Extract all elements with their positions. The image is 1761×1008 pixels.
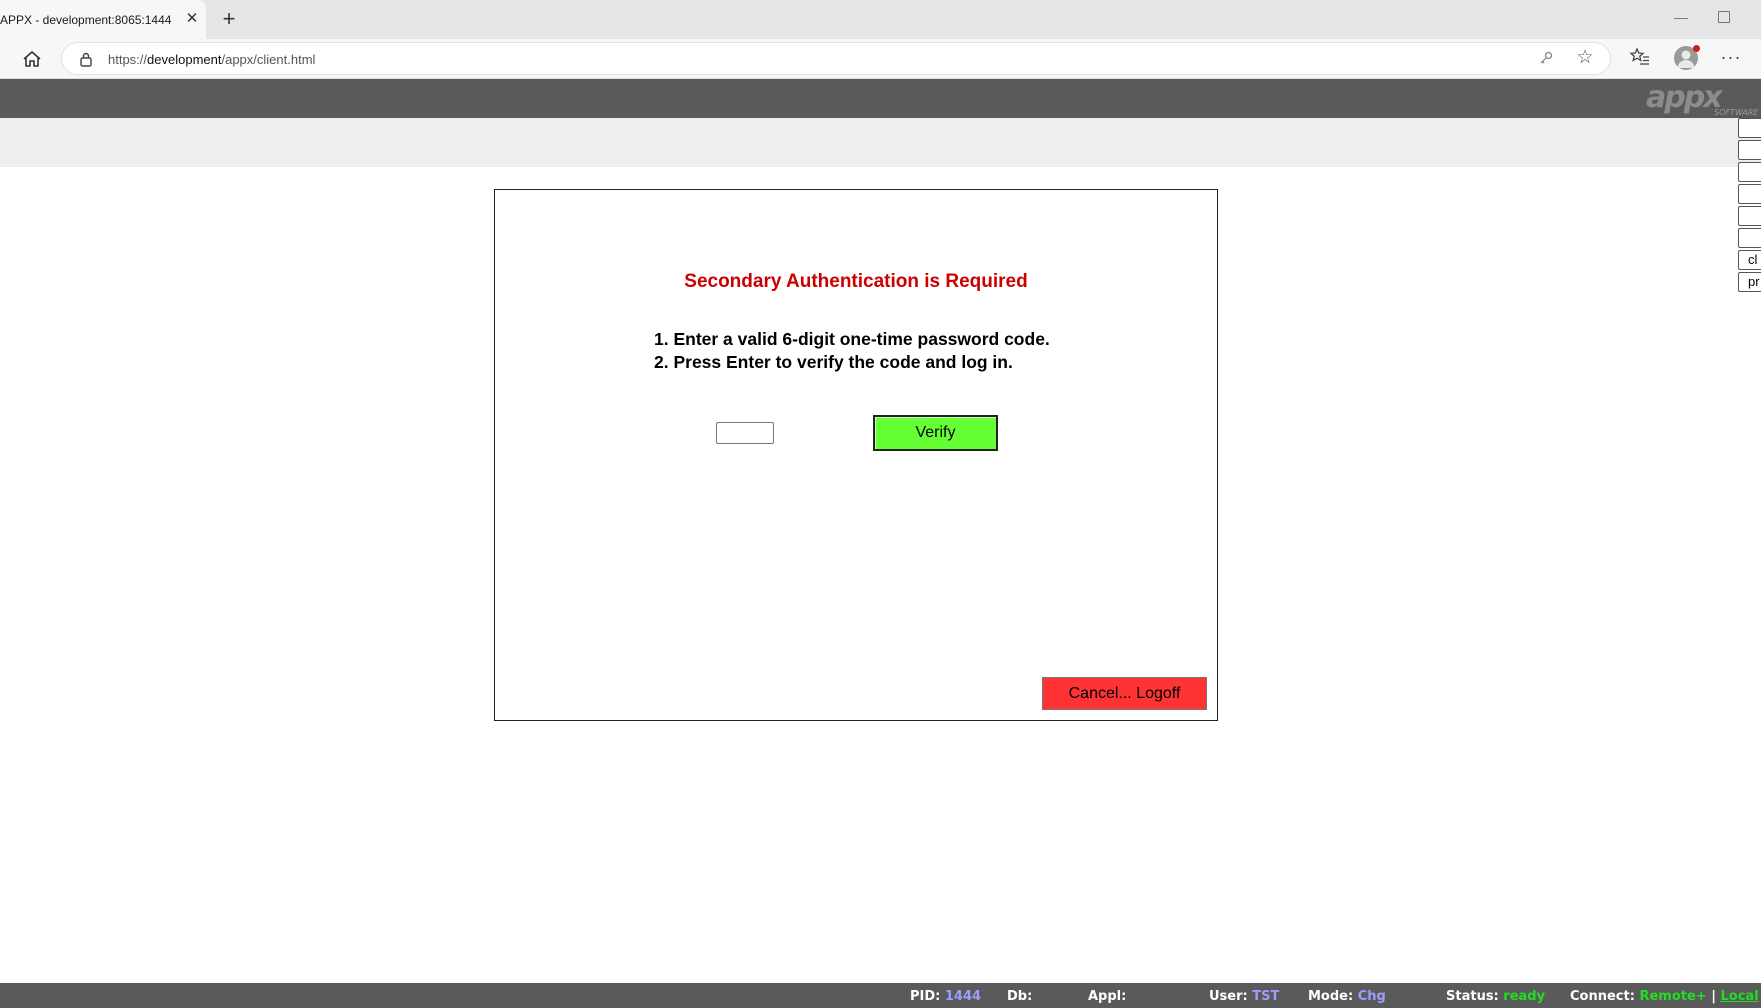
local-link[interactable]: Local — [1721, 989, 1759, 1004]
url-field[interactable]: https://development/appx/client.html ☆ — [61, 42, 1611, 75]
connect-label: Connect: — [1570, 989, 1635, 1004]
minimize-button[interactable]: — — [1670, 9, 1692, 31]
connect-value: Remote+ — [1639, 989, 1707, 1004]
mode-value: Chg — [1357, 989, 1386, 1004]
status-label: Status: — [1446, 989, 1499, 1004]
user-field: User: TST — [1209, 989, 1279, 1004]
side-button-2[interactable] — [1738, 140, 1761, 160]
appl-field: Appl: — [1088, 989, 1126, 1004]
url-path: /appx/client.html — [221, 52, 316, 67]
maximize-button[interactable] — [1718, 11, 1730, 23]
mode-label: Mode: — [1308, 989, 1354, 1004]
auth-dialog: Secondary Authentication is Required 1. … — [494, 189, 1218, 721]
app-header — [0, 79, 1761, 118]
otp-code-input[interactable] — [716, 422, 774, 444]
instruction-line-1: 1. Enter a valid 6-digit one-time passwo… — [654, 329, 1050, 349]
side-button-3[interactable] — [1738, 162, 1761, 182]
appx-logo: appx SOFTWARE — [1642, 80, 1761, 118]
svg-text:appx: appx — [1646, 80, 1724, 115]
side-button-8[interactable]: pr — [1738, 272, 1761, 292]
side-button-7[interactable]: cl — [1738, 250, 1761, 270]
key-icon[interactable] — [1537, 50, 1555, 68]
lock-icon[interactable] — [78, 51, 94, 67]
side-button-6[interactable] — [1738, 228, 1761, 248]
mode-field: Mode: Chg — [1308, 989, 1386, 1004]
url-host: development — [147, 52, 222, 67]
svg-text:SOFTWARE: SOFTWARE — [1714, 108, 1759, 117]
profile-notification-dot — [1693, 45, 1700, 52]
user-label: User: — [1209, 989, 1248, 1004]
status-value: ready — [1503, 989, 1546, 1004]
pid-value: 1444 — [944, 989, 982, 1004]
url-text: https://development/appx/client.html — [108, 52, 315, 67]
browser-tab[interactable]: APPX - development:8065:1444 ✕ — [0, 0, 206, 39]
pid-field: PID: 1444 — [910, 989, 981, 1004]
connect-field: Connect: Remote+ | Local — [1570, 989, 1759, 1004]
url-prefix: https:// — [108, 52, 148, 67]
toolbar-band — [0, 118, 1761, 167]
user-value: TST — [1252, 989, 1280, 1004]
db-field: Db: — [1007, 989, 1032, 1004]
dialog-title: Secondary Authentication is Required — [684, 271, 1028, 292]
db-label: Db: — [1007, 989, 1033, 1004]
browser-tab-strip: APPX - development:8065:1444 ✕ + — — [0, 0, 1761, 39]
cancel-logoff-button[interactable]: Cancel... Logoff — [1042, 677, 1207, 710]
pid-label: PID: — [910, 989, 941, 1004]
new-tab-button[interactable]: + — [218, 8, 240, 31]
appl-label: Appl: — [1088, 989, 1127, 1004]
status-separator: | — [1711, 989, 1716, 1004]
status-bar: PID: 1444 Db: Appl: User: TST Mode: Chg … — [0, 983, 1761, 1008]
browser-address-bar: https://development/appx/client.html ☆ ·… — [0, 39, 1761, 79]
side-button-4[interactable] — [1738, 184, 1761, 204]
status-field: Status: ready — [1446, 989, 1545, 1004]
instruction-line-2: 2. Press Enter to verify the code and lo… — [654, 352, 1013, 372]
side-button-1[interactable] — [1738, 118, 1761, 138]
favorites-icon[interactable] — [1628, 47, 1652, 69]
tab-title: APPX - development:8065:1444 — [0, 13, 172, 27]
side-button-5[interactable] — [1738, 206, 1761, 226]
verify-button[interactable]: Verify — [873, 415, 998, 451]
more-icon[interactable]: ··· — [1718, 47, 1744, 69]
home-icon[interactable] — [20, 49, 44, 69]
tab-close-icon[interactable]: ✕ — [184, 11, 200, 27]
star-icon[interactable]: ☆ — [1574, 47, 1596, 69]
